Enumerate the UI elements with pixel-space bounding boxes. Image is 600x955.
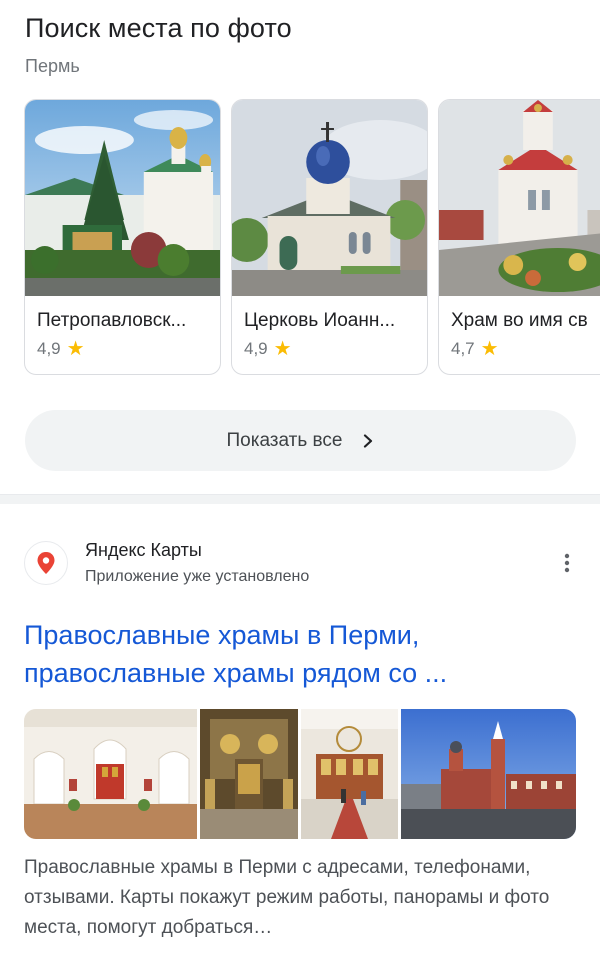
place-rating: 4,9 ★ [37, 339, 85, 359]
place-photo [439, 100, 600, 296]
result-title-link[interactable]: Православные храмы в Перми, православные… [24, 616, 574, 692]
place-name: Церковь Иоанн... [244, 310, 396, 331]
place-photo [25, 100, 220, 296]
star-icon: ★ [480, 338, 499, 360]
place-card[interactable]: Церковь Иоанн... 4,9 ★ [231, 99, 428, 375]
gallery-image[interactable] [301, 709, 398, 839]
show-all-button[interactable]: Показать все [25, 410, 576, 471]
star-icon: ★ [273, 338, 292, 360]
gallery-image[interactable] [200, 709, 298, 839]
source-favicon [24, 541, 68, 585]
rating-value: 4,9 [37, 339, 61, 358]
rating-value: 4,7 [451, 339, 475, 358]
section-divider [0, 494, 600, 504]
show-all-label: Показать все [226, 429, 343, 451]
section-header: Поиск места по фото Пермь [25, 10, 292, 78]
star-icon: ★ [66, 338, 85, 360]
place-rating: 4,9 ★ [244, 339, 292, 359]
result-snippet: Православные храмы в Перми с адресами, т… [24, 857, 550, 938]
rating-value: 4,9 [244, 339, 268, 358]
gallery-image[interactable] [401, 709, 576, 839]
source-status: Приложение уже установлено [85, 568, 310, 585]
source-name: Яндекс Карты [85, 540, 202, 560]
map-pin-icon [37, 552, 55, 574]
more-vert-icon[interactable] [554, 550, 580, 576]
gallery-image[interactable] [24, 709, 197, 839]
place-rating: 4,7 ★ [451, 339, 499, 359]
place-card[interactable]: Храм во имя св 4,7 ★ [438, 99, 600, 375]
place-name: Петропавловск... [37, 310, 187, 331]
place-photo [232, 100, 427, 296]
result-source[interactable]: Яндекс Карты Приложение уже установлено [24, 538, 309, 588]
section-subtitle: Пермь [25, 56, 80, 76]
place-name: Храм во имя св [451, 310, 588, 331]
places-carousel[interactable]: Петропавловск... 4,9 ★ Церковь Иоанн... … [24, 99, 600, 375]
place-card[interactable]: Петропавловск... 4,9 ★ [24, 99, 221, 375]
chevron-right-icon [363, 433, 372, 448]
result-image-gallery[interactable] [24, 709, 576, 839]
section-title: Поиск места по фото [25, 13, 292, 43]
